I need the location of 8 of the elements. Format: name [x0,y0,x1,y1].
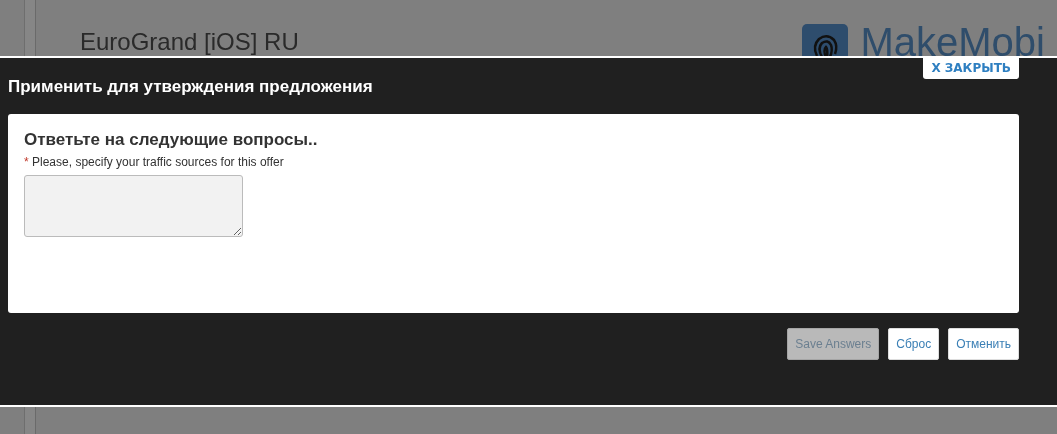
answer-box[interactable] [24,175,243,237]
dialog-title: Применить для утверждения предложения [8,77,374,97]
page-title: EuroGrand [iOS] RU [80,28,299,56]
close-button[interactable]: X ЗАКРЫТЬ [923,58,1019,79]
dialog-button[interactable]: Сброс [888,328,940,360]
question-label: * Please, specify your traffic sources for this offer [24,155,285,169]
section-heading: Ответьте на следующие вопросы.. [24,130,319,150]
dialog-button[interactable]: Отменить [948,328,1019,360]
